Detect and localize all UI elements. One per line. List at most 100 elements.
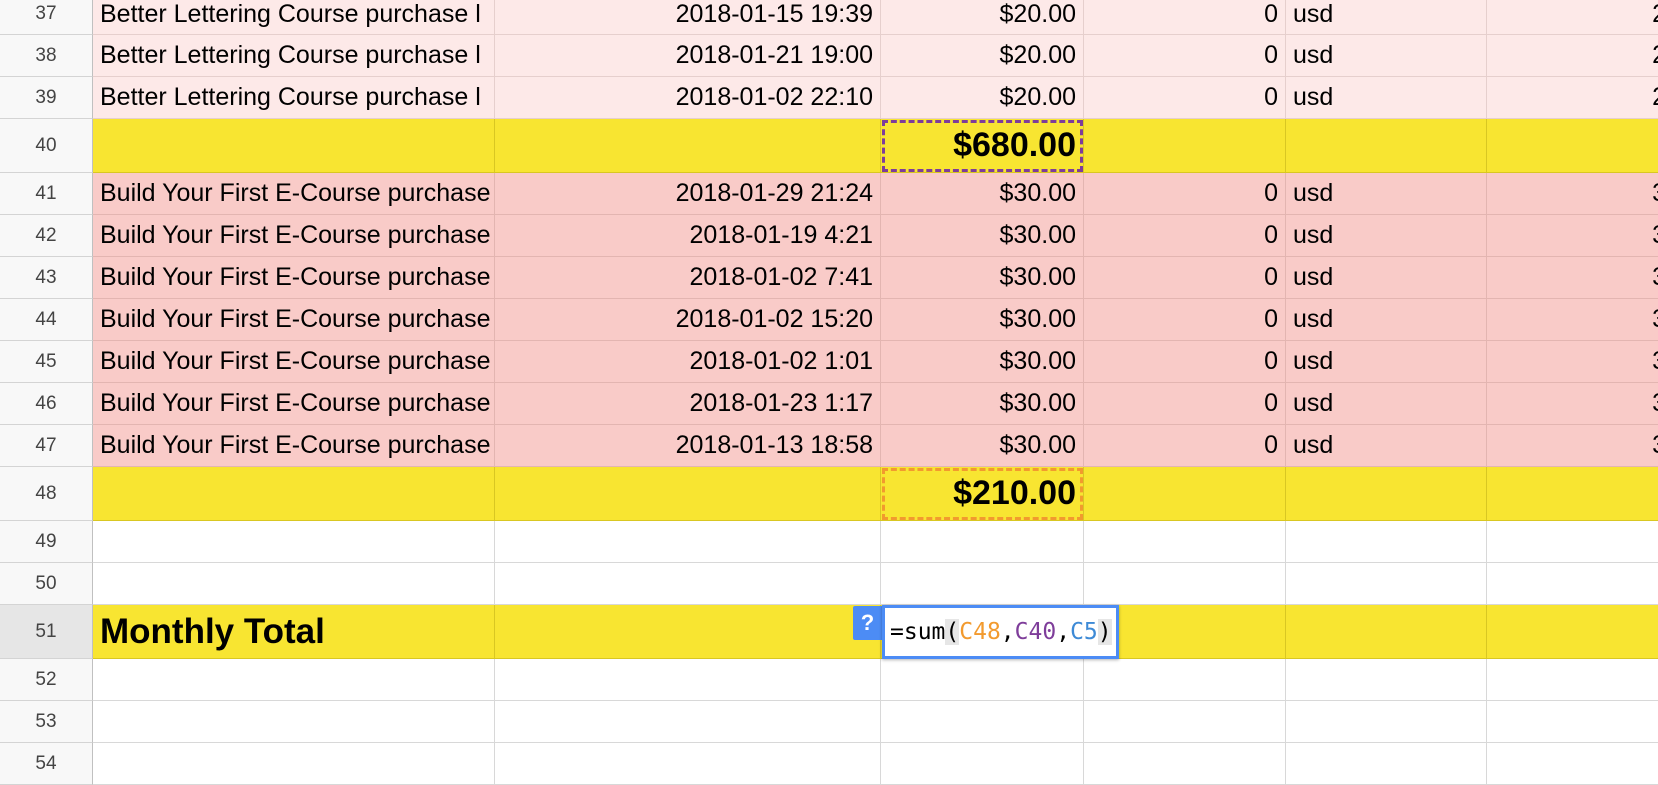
row-header[interactable]: 43: [0, 257, 93, 299]
cell-fee[interactable]: 0: [1084, 215, 1286, 257]
cell-fee[interactable]: [1084, 467, 1286, 521]
cell-currency[interactable]: [1286, 467, 1487, 521]
empty-cell[interactable]: [881, 743, 1084, 785]
cell-currency[interactable]: usd: [1286, 257, 1487, 299]
row-header[interactable]: 50: [0, 563, 93, 605]
cell-currency[interactable]: usd: [1286, 35, 1487, 77]
cell-fee[interactable]: 0: [1084, 383, 1286, 425]
cell-next[interactable]: 3: [1487, 425, 1658, 467]
empty-cell[interactable]: [495, 563, 881, 605]
cell-currency[interactable]: usd: [1286, 299, 1487, 341]
cell-amount[interactable]: $30.00: [881, 341, 1084, 383]
empty-cell[interactable]: [1286, 563, 1487, 605]
cell-date[interactable]: [495, 119, 881, 173]
row-header[interactable]: 54: [0, 743, 93, 785]
empty-cell[interactable]: [495, 743, 881, 785]
cell-fee[interactable]: 0: [1084, 425, 1286, 467]
row-header[interactable]: 39: [0, 77, 93, 119]
empty-cell[interactable]: [1487, 563, 1658, 605]
cell-date[interactable]: 2018-01-02 15:20: [495, 299, 881, 341]
cell-next[interactable]: [1487, 467, 1658, 521]
cell-amount[interactable]: $30.00: [881, 383, 1084, 425]
cell-fee[interactable]: 0: [1084, 77, 1286, 119]
cell-date[interactable]: 2018-01-23 1:17: [495, 383, 881, 425]
cell-fee[interactable]: [1084, 119, 1286, 173]
row-header[interactable]: 51: [0, 605, 93, 659]
cell-product[interactable]: Build Your First E-Course purchase: [93, 299, 495, 341]
empty-cell[interactable]: [1487, 605, 1658, 659]
cell-date[interactable]: [495, 467, 881, 521]
empty-cell[interactable]: [1286, 701, 1487, 743]
cell-product[interactable]: Build Your First E-Course purchase: [93, 173, 495, 215]
cell-date[interactable]: 2018-01-02 1:01: [495, 341, 881, 383]
cell-fee[interactable]: 0: [1084, 173, 1286, 215]
empty-cell[interactable]: [881, 521, 1084, 563]
row-header[interactable]: 46: [0, 383, 93, 425]
subtotal-cell[interactable]: $210.00: [881, 467, 1084, 521]
cell-date[interactable]: 2018-01-29 21:24: [495, 173, 881, 215]
row-header[interactable]: 53: [0, 701, 93, 743]
cell-next[interactable]: 2: [1487, 35, 1658, 77]
empty-cell[interactable]: [93, 563, 495, 605]
cell-amount[interactable]: $20.00: [881, 77, 1084, 119]
empty-cell[interactable]: [495, 521, 881, 563]
formula-help-button[interactable]: ?: [853, 606, 882, 640]
row-header[interactable]: 38: [0, 35, 93, 77]
cell-amount[interactable]: $20.00: [881, 35, 1084, 77]
empty-cell[interactable]: [1286, 521, 1487, 563]
row-header[interactable]: 45: [0, 341, 93, 383]
empty-cell[interactable]: [1487, 743, 1658, 785]
cell-amount[interactable]: $30.00: [881, 299, 1084, 341]
cell-next[interactable]: 3: [1487, 215, 1658, 257]
row-header[interactable]: 37: [0, 0, 93, 35]
cell-next[interactable]: 2: [1487, 77, 1658, 119]
cell-amount[interactable]: $20.00: [881, 0, 1084, 35]
cell-currency[interactable]: usd: [1286, 425, 1487, 467]
row-header[interactable]: 41: [0, 173, 93, 215]
empty-cell[interactable]: [1487, 659, 1658, 701]
empty-cell[interactable]: [1084, 521, 1286, 563]
cell-date[interactable]: 2018-01-13 18:58: [495, 425, 881, 467]
cell-next[interactable]: 2: [1487, 0, 1658, 35]
cell-product[interactable]: Better Lettering Course purchase l: [93, 35, 495, 77]
row-header[interactable]: 40: [0, 119, 93, 173]
cell-date[interactable]: 2018-01-15 19:39: [495, 0, 881, 35]
cell-fee[interactable]: 0: [1084, 299, 1286, 341]
cell-product[interactable]: Build Your First E-Course purchase: [93, 215, 495, 257]
empty-cell[interactable]: [93, 659, 495, 701]
cell-product[interactable]: [93, 467, 495, 521]
empty-cell[interactable]: [1487, 521, 1658, 563]
cell-product[interactable]: Build Your First E-Course purchase: [93, 425, 495, 467]
empty-cell[interactable]: [495, 659, 881, 701]
empty-cell[interactable]: [495, 701, 881, 743]
cell-next[interactable]: 3: [1487, 299, 1658, 341]
row-header[interactable]: 42: [0, 215, 93, 257]
cell-date[interactable]: 2018-01-21 19:00: [495, 35, 881, 77]
row-header[interactable]: 44: [0, 299, 93, 341]
cell-next[interactable]: 3: [1487, 341, 1658, 383]
cell-amount[interactable]: $30.00: [881, 215, 1084, 257]
cell-currency[interactable]: usd: [1286, 77, 1487, 119]
cell-next[interactable]: 3: [1487, 173, 1658, 215]
cell-next[interactable]: [1487, 119, 1658, 173]
empty-cell[interactable]: [93, 743, 495, 785]
cell-date[interactable]: 2018-01-02 22:10: [495, 77, 881, 119]
cell-date[interactable]: 2018-01-19 4:21: [495, 215, 881, 257]
cell-currency[interactable]: usd: [1286, 215, 1487, 257]
empty-cell[interactable]: [1084, 701, 1286, 743]
empty-cell[interactable]: [1084, 743, 1286, 785]
cell-currency[interactable]: usd: [1286, 0, 1487, 35]
subtotal-cell[interactable]: $680.00: [881, 119, 1084, 173]
cell-currency[interactable]: usd: [1286, 383, 1487, 425]
formula-editor-input[interactable]: =sum(C48, C40, C5): [882, 605, 1119, 659]
cell-currency[interactable]: [1286, 119, 1487, 173]
cell-product[interactable]: [93, 119, 495, 173]
cell-fee[interactable]: 0: [1084, 0, 1286, 35]
empty-cell[interactable]: [1286, 743, 1487, 785]
row-header[interactable]: 48: [0, 467, 93, 521]
empty-cell[interactable]: [1084, 563, 1286, 605]
cell-next[interactable]: 3: [1487, 383, 1658, 425]
row-header[interactable]: 49: [0, 521, 93, 563]
cell-product[interactable]: Better Lettering Course purchase l: [93, 77, 495, 119]
cell-next[interactable]: 3: [1487, 257, 1658, 299]
